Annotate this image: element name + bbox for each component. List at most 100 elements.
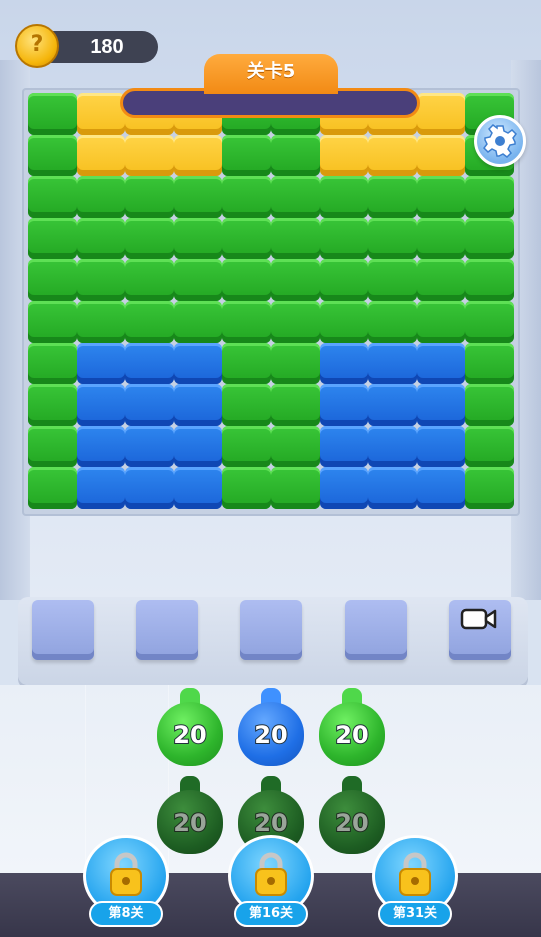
block-green — [271, 259, 320, 301]
block-green — [76, 259, 126, 301]
block-green — [28, 467, 77, 509]
block-green — [271, 217, 320, 260]
gear-icon — [483, 124, 517, 158]
block-green — [368, 259, 417, 301]
block-green — [416, 301, 466, 343]
block-blue — [368, 384, 417, 426]
block-green — [222, 342, 271, 385]
block-blue — [173, 467, 223, 509]
bottle-front-1[interactable]: 20 — [155, 688, 225, 778]
block-green — [222, 467, 271, 509]
block-green — [76, 176, 126, 218]
coin-icon: ? — [15, 24, 59, 68]
block-green — [319, 259, 369, 301]
bottle-count: 20 — [334, 720, 369, 750]
block-green — [173, 259, 223, 301]
block-blue — [416, 384, 466, 426]
unlock-button-1[interactable]: 第8关 — [83, 835, 169, 931]
coin-value: 180 — [90, 36, 124, 58]
block-green — [271, 425, 320, 468]
block-yellow — [76, 93, 126, 135]
unlock-button-3[interactable]: 第31关 — [372, 835, 458, 931]
settings-button[interactable] — [474, 115, 526, 167]
lock-icon — [399, 852, 431, 896]
block-green — [28, 176, 77, 218]
bottle-count: 20 — [253, 720, 288, 750]
block-green — [465, 301, 514, 343]
block-green — [28, 425, 77, 468]
block-green — [76, 217, 126, 260]
block-blue — [76, 342, 126, 385]
block-green — [125, 259, 174, 301]
block-yellow — [319, 134, 369, 177]
block-blue — [416, 467, 466, 509]
block-blue — [319, 425, 369, 468]
block-yellow — [416, 134, 466, 177]
block-blue — [368, 425, 417, 468]
block-green — [319, 301, 369, 343]
bottle-count: 20 — [172, 720, 207, 750]
block-green — [465, 259, 514, 301]
block-green — [465, 342, 514, 385]
block-green — [28, 342, 77, 385]
lock-icon — [110, 852, 142, 896]
block-green — [416, 259, 466, 301]
block-blue — [173, 342, 223, 385]
block-green — [368, 301, 417, 343]
block-green — [173, 176, 223, 218]
block-blue — [125, 467, 174, 509]
slot-3[interactable] — [240, 600, 302, 660]
block-green — [173, 217, 223, 260]
block-yellow — [76, 134, 126, 177]
block-green — [28, 93, 77, 135]
level-title: 关卡5 — [246, 61, 296, 82]
block-green — [271, 176, 320, 218]
block-yellow — [416, 93, 466, 135]
slot-2[interactable] — [136, 600, 198, 660]
block-green — [173, 301, 223, 343]
block-blue — [173, 384, 223, 426]
unlock-label: 第31关 — [378, 901, 452, 927]
block-yellow — [125, 134, 174, 177]
block-blue — [76, 467, 126, 509]
block-green — [28, 384, 77, 426]
block-green — [222, 134, 271, 177]
block-green — [222, 384, 271, 426]
unlock-label: 第8关 — [89, 901, 163, 927]
video-camera-icon[interactable] — [460, 607, 498, 631]
unlock-button-2[interactable]: 第16关 — [228, 835, 314, 931]
block-green — [125, 217, 174, 260]
block-blue — [125, 342, 174, 385]
block-green — [271, 467, 320, 509]
block-green — [222, 259, 271, 301]
block-blue — [416, 342, 466, 385]
block-blue — [319, 467, 369, 509]
block-green — [222, 217, 271, 260]
block-green — [28, 301, 77, 343]
bottle-front-3[interactable]: 20 — [317, 688, 387, 778]
block-green — [125, 301, 174, 343]
block-green — [76, 301, 126, 343]
block-green — [271, 384, 320, 426]
bottle-front-2[interactable]: 20 — [236, 688, 306, 778]
block-green — [319, 176, 369, 218]
bottle-count: 20 — [172, 808, 207, 838]
block-yellow — [368, 134, 417, 177]
block-blue — [76, 384, 126, 426]
block-green — [368, 176, 417, 218]
block-blue — [76, 425, 126, 468]
block-green — [465, 425, 514, 468]
block-green — [28, 259, 77, 301]
block-blue — [173, 425, 223, 468]
slot-4[interactable] — [345, 600, 407, 660]
block-grid — [28, 93, 514, 509]
block-blue — [319, 342, 369, 385]
block-blue — [125, 384, 174, 426]
block-blue — [368, 467, 417, 509]
block-yellow — [173, 134, 223, 177]
slot-1[interactable] — [32, 600, 94, 660]
block-green — [222, 425, 271, 468]
block-green — [271, 134, 320, 177]
block-green — [125, 176, 174, 218]
block-green — [28, 134, 77, 177]
